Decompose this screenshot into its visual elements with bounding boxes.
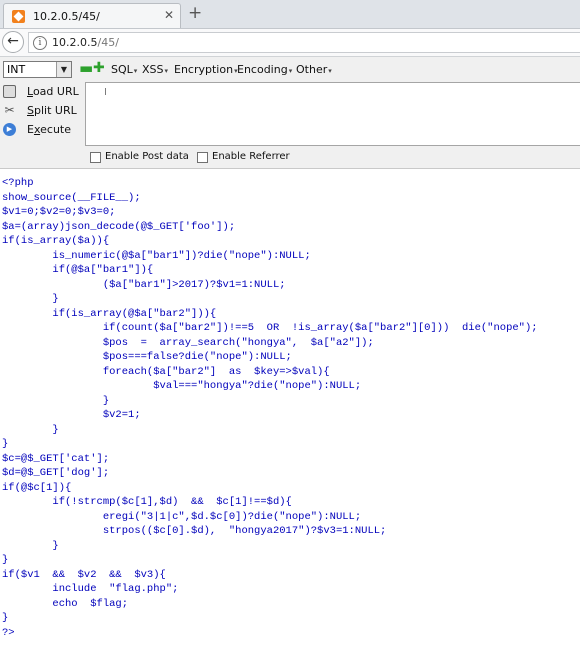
browser-tab[interactable]: 10.2.0.5/45/ ✕ (3, 3, 181, 28)
caret-down-icon: ▾ (164, 67, 169, 75)
tab-bar: 10.2.0.5/45/ ✕ + (0, 0, 580, 29)
menu-xss-label: XSS (142, 63, 164, 76)
load-url-icon (3, 85, 16, 98)
split-url-label: Split URL (27, 104, 77, 117)
load-url-button[interactable]: Load URL (3, 84, 83, 100)
navigation-bar: ← i 10.2.0.5/45/ (0, 29, 580, 57)
execute-label: Execute (27, 123, 71, 136)
type-select[interactable]: INT ▼ (3, 61, 72, 78)
url-text: 10.2.0.5/45/ (52, 36, 119, 49)
menu-other[interactable]: Other▾ (296, 63, 332, 76)
load-url-label: Load URL (27, 85, 79, 98)
checkbox-icon (197, 152, 208, 163)
text-cursor-icon: I (104, 87, 107, 98)
enable-referrer-checkbox[interactable]: Enable Referrer (197, 151, 297, 164)
execute-button[interactable]: ▶ Execute (3, 122, 83, 138)
split-url-button[interactable]: ✂ Split URL (3, 103, 83, 119)
plus-icon[interactable]: ✚ (93, 61, 105, 75)
new-tab-icon[interactable]: + (188, 3, 202, 23)
close-tab-icon[interactable]: ✕ (164, 8, 174, 22)
tab-title: 10.2.0.5/45/ (33, 10, 100, 23)
url-path: /45/ (97, 36, 119, 49)
enable-post-label: Enable Post data (105, 151, 189, 162)
split-url-icon: ✂ (4, 103, 15, 117)
menu-sql[interactable]: SQL▾ (111, 63, 137, 76)
info-icon[interactable]: i (33, 36, 47, 50)
menu-other-label: Other (296, 63, 328, 76)
menu-xss[interactable]: XSS▾ (142, 63, 168, 76)
caret-down-icon: ▾ (133, 67, 138, 75)
url-host: 10.2.0.5 (52, 36, 98, 49)
enable-referrer-label: Enable Referrer (212, 151, 290, 162)
php-source-code: <?php show_source(__FILE__); $v1=0;$v2=0… (2, 177, 538, 639)
chevron-down-icon: ▼ (56, 62, 71, 77)
execute-icon: ▶ (3, 123, 16, 136)
menu-sql-label: SQL (111, 63, 133, 76)
caret-down-icon: ▾ (288, 67, 293, 75)
menu-encoding-label: Encoding (237, 63, 288, 76)
back-arrow-icon: ← (7, 33, 19, 49)
menu-encryption[interactable]: Encryption▾ (174, 63, 238, 76)
menu-encryption-label: Encryption (174, 63, 234, 76)
enable-post-checkbox[interactable]: Enable Post data (90, 151, 190, 164)
minus-icon[interactable]: ▬ (79, 61, 93, 76)
site-favicon-icon (12, 10, 25, 23)
caret-down-icon: ▾ (328, 67, 332, 75)
back-button[interactable]: ← (2, 31, 24, 53)
address-bar[interactable]: i 10.2.0.5/45/ (28, 32, 580, 53)
checkbox-icon (90, 152, 101, 163)
url-textarea[interactable]: I (85, 82, 580, 146)
type-select-value: INT (7, 63, 26, 76)
menu-encoding[interactable]: Encoding▾ (237, 63, 292, 76)
hackbar-panel: INT ▼ ▬ ✚ SQL▾ XSS▾ Encryption▾ Encoding… (0, 57, 580, 169)
